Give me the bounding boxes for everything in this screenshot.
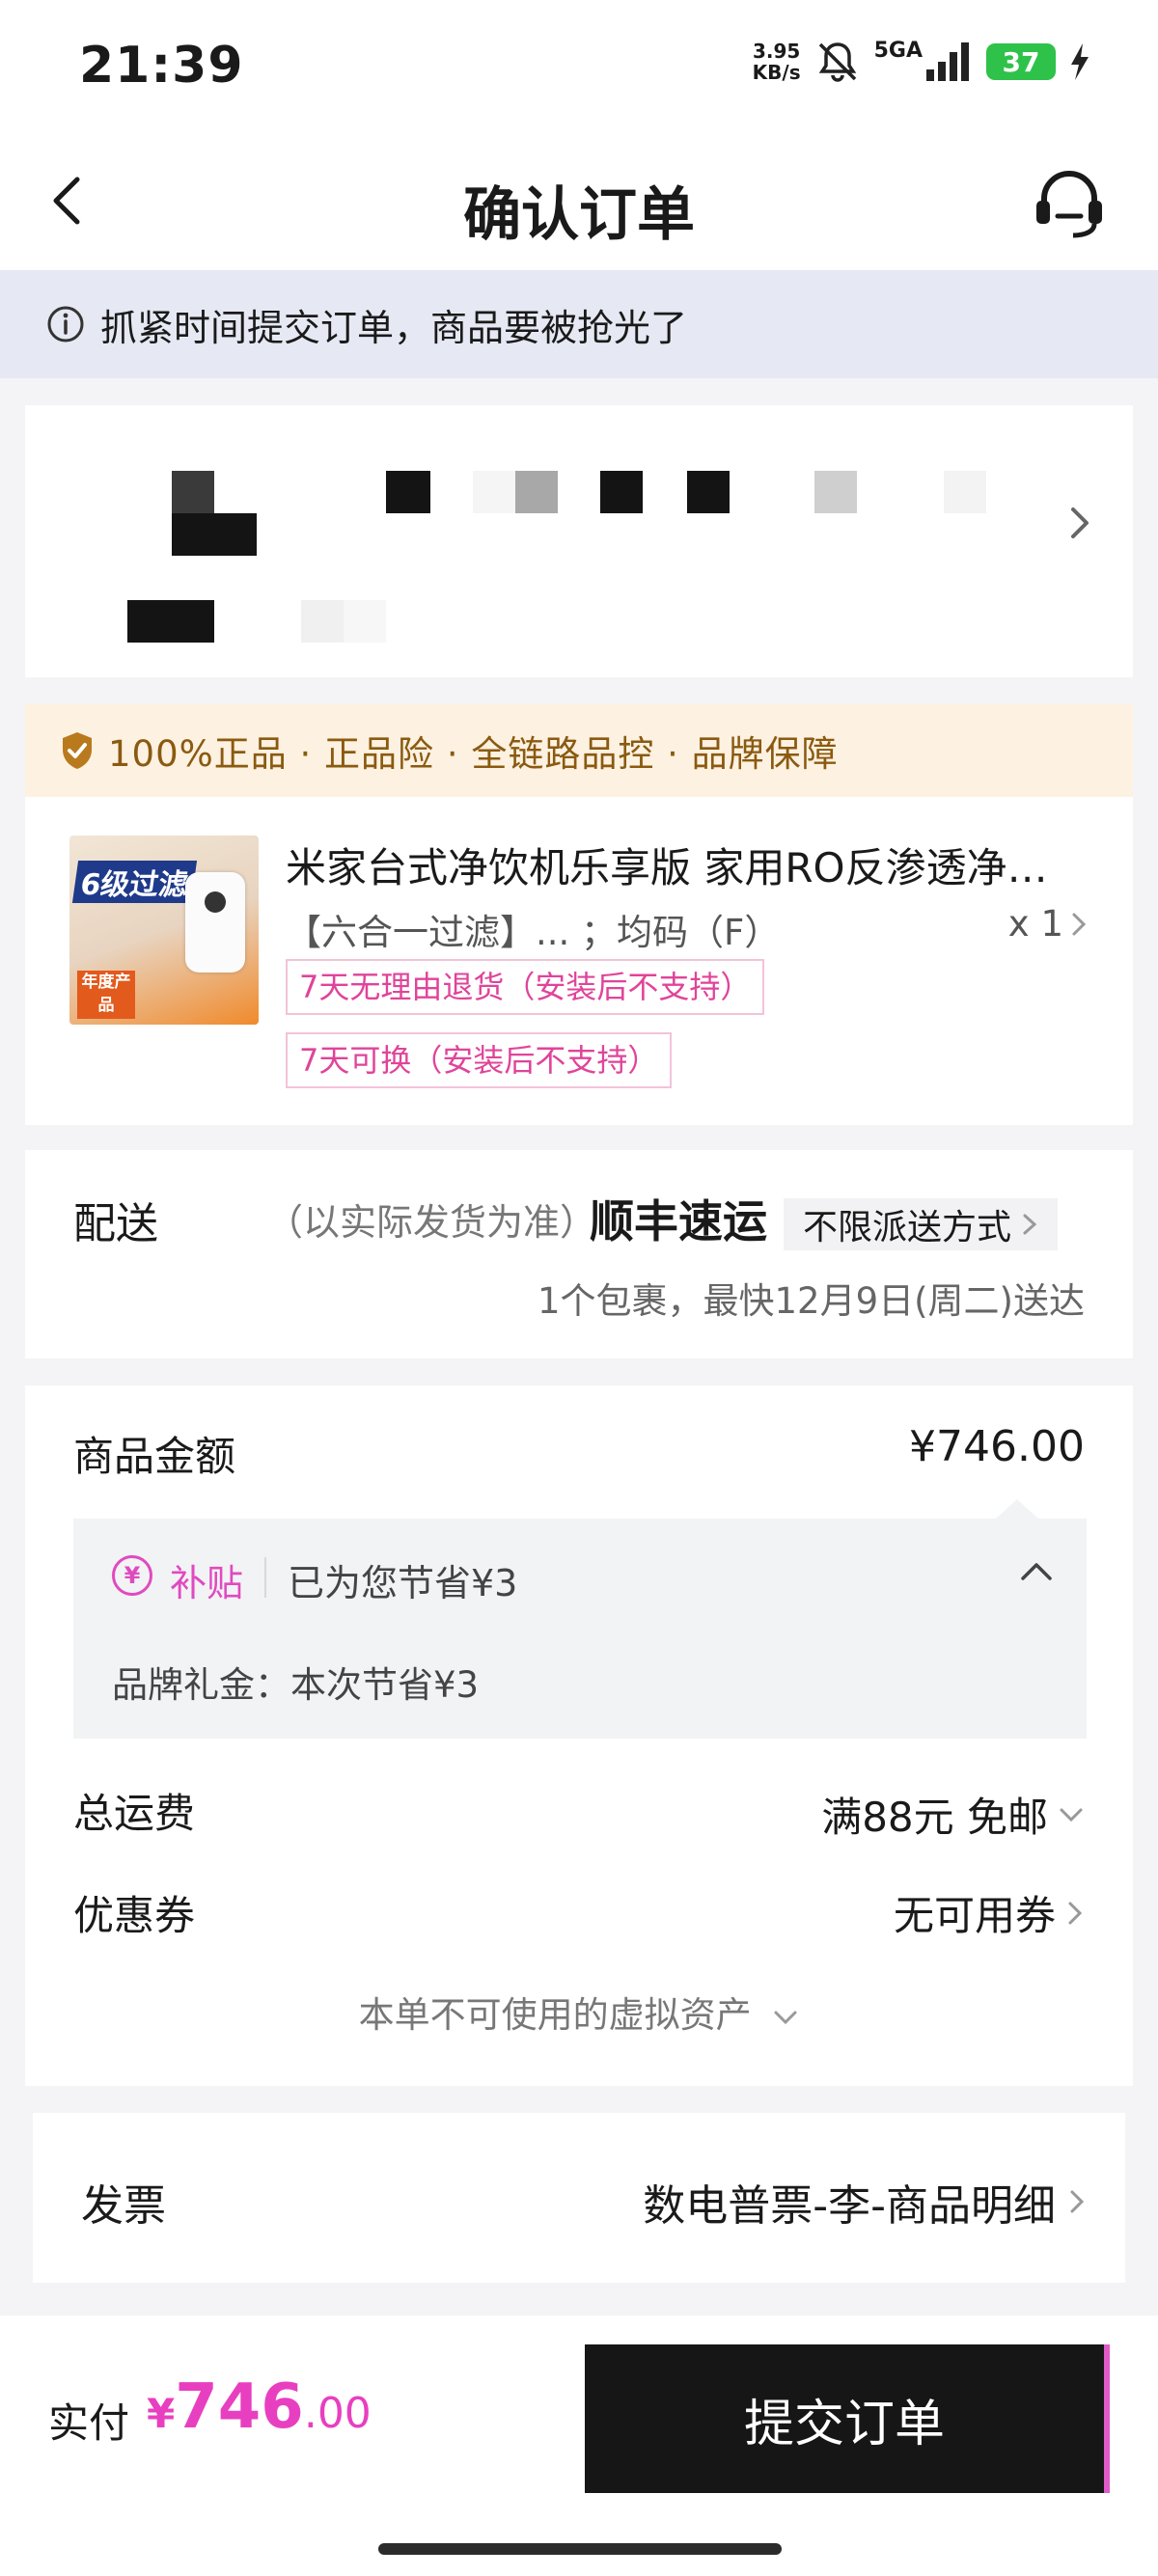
invoice-label: 发票 bbox=[81, 2181, 166, 2231]
redacted-block bbox=[127, 600, 214, 643]
shipping-selector[interactable]: 满88元 免邮 bbox=[821, 1785, 1085, 1844]
guarantee-banner: 100%正品 · 正品险 · 全链路品控 · 品牌保障 bbox=[25, 704, 1133, 797]
subsidy-icon: ¥ bbox=[112, 1555, 152, 1596]
status-bar: 21:39 3.95 KB/s 5GA 37 bbox=[0, 0, 1158, 135]
chevron-right-icon bbox=[1070, 2190, 1085, 2213]
product-quantity-value: x 1 bbox=[1007, 903, 1063, 945]
product-name[interactable]: 米家台式净饮机乐享版 家用RO反渗透净水器 bbox=[286, 836, 1087, 894]
redacted-block bbox=[473, 471, 515, 513]
status-time: 21:39 bbox=[79, 37, 244, 95]
virtual-assets-toggle[interactable]: 本单不可使用的虚拟资产 bbox=[25, 1986, 1133, 2038]
product-image-badge: 年度产品 bbox=[77, 971, 135, 1019]
product-image[interactable]: 6级过滤 年度产品 bbox=[69, 836, 259, 1025]
delivery-card: 配送 （以实际发货为准） 顺丰速运 不限派送方式 1个包裹，最快12月9日(周二… bbox=[25, 1150, 1133, 1358]
delivery-label: 配送 bbox=[73, 1199, 158, 1248]
subsidy-tag: 补贴 bbox=[170, 1562, 244, 1604]
notice-banner: 抓紧时间提交订单，商品要被抢光了 bbox=[0, 270, 1158, 378]
address-card[interactable] bbox=[25, 405, 1133, 677]
checkout-bar: 实付 ¥746.00 提交订单 bbox=[0, 2316, 1158, 2576]
pay-currency: ¥ bbox=[147, 2390, 176, 2437]
bell-muted-icon bbox=[818, 42, 856, 82]
notice-text: 抓紧时间提交订单，商品要被抢光了 bbox=[100, 306, 688, 349]
signal-label: 5GA bbox=[873, 38, 923, 63]
headset-icon[interactable] bbox=[1031, 164, 1108, 241]
invoice-value: 数电普票-李-商品明细 bbox=[643, 2181, 1056, 2231]
brand-gift-saving: 品牌礼金：本次节省¥3 bbox=[112, 1664, 480, 1706]
info-icon bbox=[47, 306, 84, 343]
chevron-right-icon bbox=[1072, 913, 1087, 935]
submit-order-button[interactable]: 提交订单 bbox=[585, 2344, 1110, 2493]
amount-card: 商品金额 ¥746.00 ¥ 补贴 已为您节省¥3 品牌礼金：本次节省¥3 总运… bbox=[25, 1385, 1133, 2086]
pay-amount-integer: 746 bbox=[175, 2371, 304, 2443]
redacted-block bbox=[301, 600, 344, 643]
nav-bar: 确认订单 bbox=[0, 135, 1158, 270]
delivery-eta: 1个包裹，最快12月9日(周二)送达 bbox=[537, 1280, 1085, 1322]
delivery-carrier: 顺丰速运 bbox=[590, 1195, 767, 1247]
invoice-selector[interactable]: 数电普票-李-商品明细 bbox=[643, 2171, 1087, 2233]
chevron-up-icon[interactable] bbox=[1019, 1559, 1054, 1582]
subsidy-panel: ¥ 补贴 已为您节省¥3 品牌礼金：本次节省¥3 bbox=[73, 1499, 1087, 1739]
virtual-assets-label: 本单不可使用的虚拟资产 bbox=[358, 1994, 752, 2036]
redacted-block bbox=[172, 471, 214, 513]
redacted-block bbox=[386, 471, 430, 513]
redacted-block bbox=[600, 471, 643, 513]
delivery-note: （以实际发货为准） bbox=[266, 1201, 597, 1244]
redacted-block bbox=[944, 471, 986, 513]
exchange-policy-tag: 7天可换（安装后不支持） bbox=[286, 1032, 673, 1088]
shipping-value: 满88元 免邮 bbox=[821, 1794, 1048, 1841]
chevron-right-icon bbox=[1023, 1214, 1037, 1235]
redacted-block bbox=[687, 471, 730, 513]
coupon-label: 优惠券 bbox=[73, 1892, 196, 1939]
shield-check-icon bbox=[63, 732, 92, 769]
return-policy-tag: 7天无理由退货（安装后不支持） bbox=[286, 959, 765, 1015]
delivery-method-label: 不限派送方式 bbox=[803, 1208, 1012, 1247]
product-spec[interactable]: 【六合一过滤】... ；均码（F） bbox=[286, 903, 780, 955]
chevron-down-icon bbox=[1060, 1808, 1083, 1822]
net-speed: 3.95 KB/s bbox=[753, 41, 801, 83]
battery-indicator: 37 bbox=[986, 43, 1056, 80]
goods-amount-label: 商品金额 bbox=[73, 1433, 236, 1480]
guarantee-text: 100%正品 · 正品险 · 全链路品控 · 品牌保障 bbox=[108, 733, 839, 775]
coupon-selector[interactable]: 无可用券 bbox=[894, 1883, 1085, 1942]
product-image-tag: 6级过滤 bbox=[71, 861, 197, 903]
goods-amount-value: ¥746.00 bbox=[909, 1422, 1085, 1471]
shipping-label: 总运费 bbox=[73, 1790, 196, 1837]
net-speed-unit: KB/s bbox=[752, 61, 801, 84]
net-speed-value: 3.95 bbox=[752, 40, 801, 63]
signal-icon bbox=[926, 42, 969, 81]
delivery-method-selector[interactable]: 不限派送方式 bbox=[784, 1198, 1059, 1250]
chevron-right-icon bbox=[1071, 507, 1089, 538]
product-quantity[interactable]: x 1 bbox=[1008, 903, 1089, 945]
subsidy-saved: 已为您节省¥3 bbox=[288, 1562, 518, 1604]
chevron-right-icon bbox=[1068, 1902, 1083, 1924]
redacted-block bbox=[814, 471, 857, 513]
home-indicator[interactable] bbox=[378, 2543, 782, 2555]
invoice-card[interactable]: 发票 数电普票-李-商品明细 bbox=[33, 2113, 1125, 2283]
pay-amount: ¥746.00 bbox=[147, 2371, 372, 2443]
pay-amount-decimal: .00 bbox=[303, 2389, 372, 2438]
page-title: 确认订单 bbox=[463, 181, 695, 249]
divider bbox=[264, 1557, 266, 1598]
chevron-down-icon bbox=[774, 2011, 797, 2025]
pay-label: 实付 bbox=[48, 2399, 130, 2447]
product-image-device bbox=[185, 872, 245, 973]
redacted-block bbox=[344, 600, 386, 643]
coupon-value: 无可用券 bbox=[893, 1892, 1056, 1939]
redacted-block bbox=[172, 513, 257, 556]
product-card[interactable]: 6级过滤 年度产品 米家台式净饮机乐享版 家用RO反渗透净水器 【六合一过滤】.… bbox=[25, 797, 1133, 1125]
redacted-block bbox=[515, 471, 558, 513]
charging-icon bbox=[1071, 43, 1089, 80]
status-icons: 3.95 KB/s 5GA 37 bbox=[753, 39, 1090, 85]
